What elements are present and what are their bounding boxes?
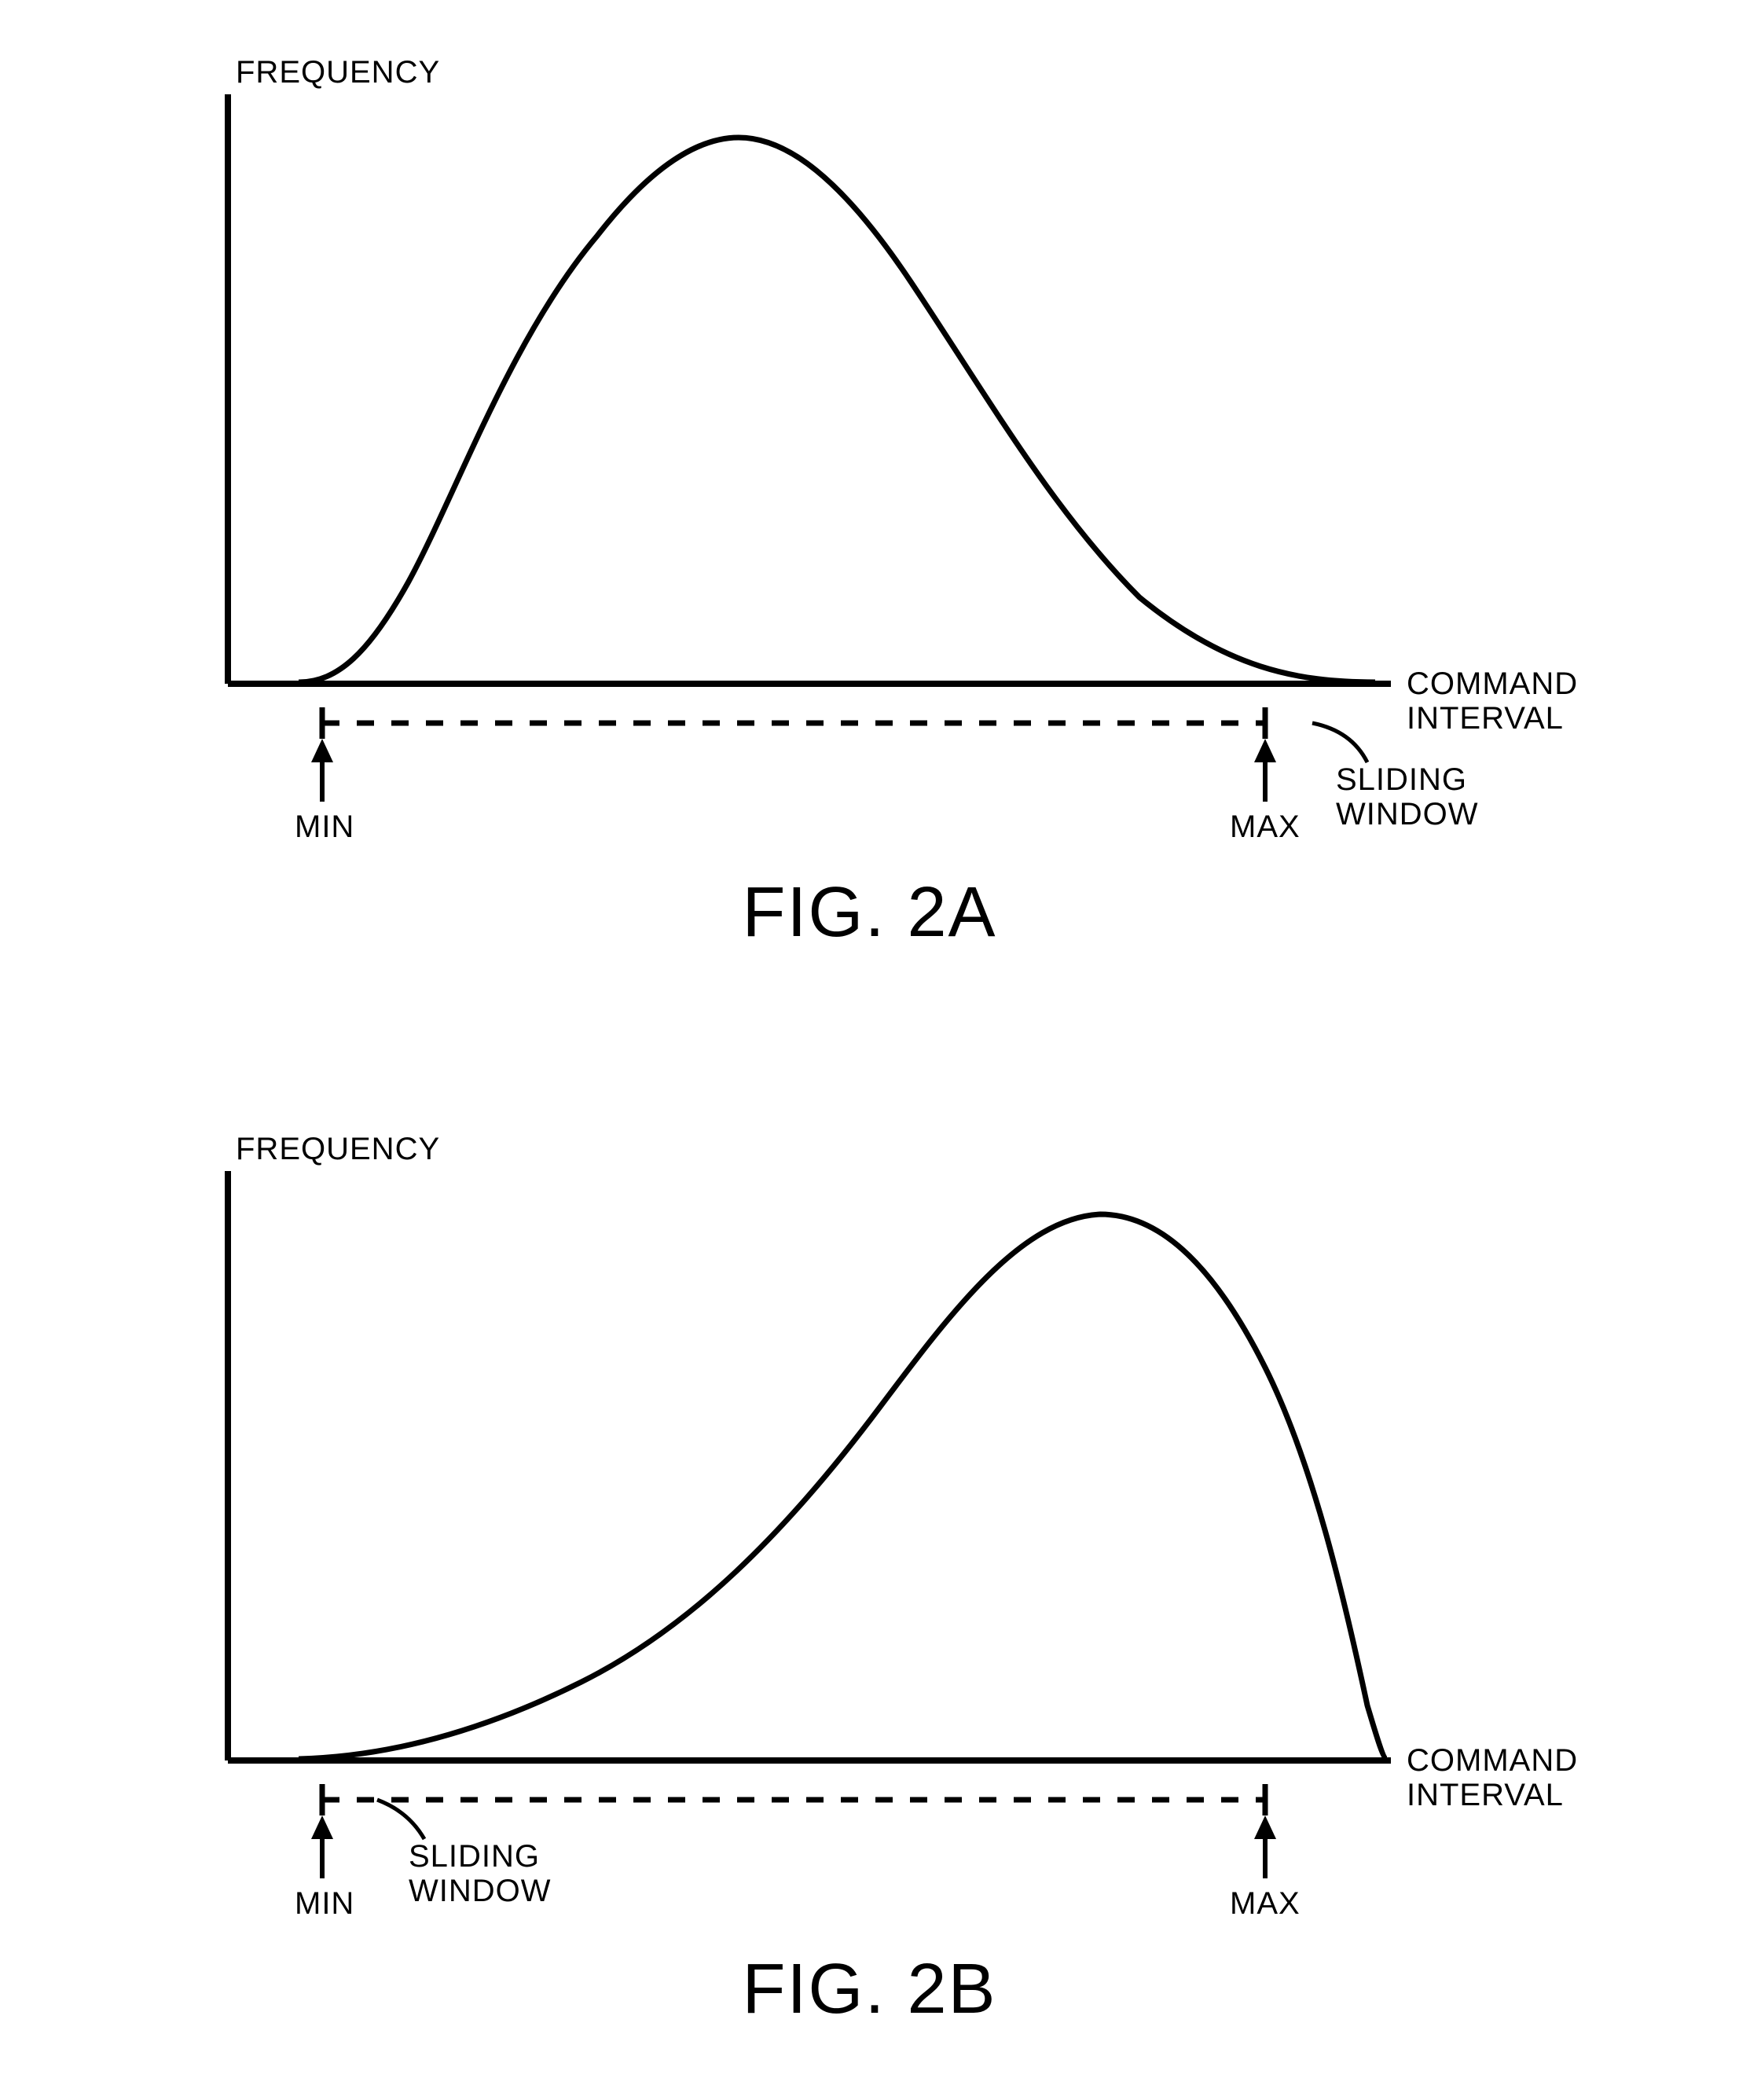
max-arrow-2b	[1254, 1815, 1276, 1878]
max-arrow-2a	[1254, 739, 1276, 802]
page: FREQUENCY COMMAND INTERVAL MIN MAX SLIDI…	[0, 0, 1739, 2100]
xlabel-line2-2b: INTERVAL	[1407, 1778, 1564, 1812]
ylabel-2b: FREQUENCY	[236, 1132, 440, 1166]
min-label-2a: MIN	[295, 810, 354, 845]
max-label-2b: MAX	[1230, 1886, 1301, 1922]
xlabel-line1-2b: COMMAND	[1407, 1743, 1578, 1778]
sliding-label-line1-2b: SLIDING	[409, 1839, 540, 1874]
figure-title-2b: FIG. 2B	[0, 1949, 1739, 2030]
sliding-window-callout-2a	[1312, 723, 1367, 762]
xlabel-line1-2a: COMMAND	[1407, 666, 1578, 701]
max-label-2a: MAX	[1230, 810, 1301, 845]
sliding-label-line2-2a: WINDOW	[1336, 797, 1479, 832]
min-arrow-2b	[311, 1815, 333, 1878]
sliding-window-2a	[322, 707, 1265, 739]
figure-2b-panel: FREQUENCY COMMAND INTERVAL MIN MAX SLIDI…	[0, 1077, 1739, 2098]
sliding-window-2b	[322, 1784, 1265, 1815]
axes-2b	[228, 1171, 1391, 1760]
xlabel-line2-2a: INTERVAL	[1407, 701, 1564, 736]
sliding-window-callout-2b	[377, 1800, 424, 1839]
figure-2a-svg	[0, 0, 1739, 1022]
ylabel-2a: FREQUENCY	[236, 55, 440, 90]
distribution-curve-2a	[299, 138, 1375, 682]
min-label-2b: MIN	[295, 1886, 354, 1922]
figure-title-2a: FIG. 2A	[0, 872, 1739, 953]
figure-2a-panel: FREQUENCY COMMAND INTERVAL MIN MAX SLIDI…	[0, 0, 1739, 1022]
min-arrow-2a	[311, 739, 333, 802]
sliding-label-line2-2b: WINDOW	[409, 1874, 552, 1909]
sliding-label-line1-2a: SLIDING	[1336, 762, 1467, 798]
distribution-curve-2b	[299, 1214, 1387, 1759]
figure-2b-svg	[0, 1077, 1739, 2098]
